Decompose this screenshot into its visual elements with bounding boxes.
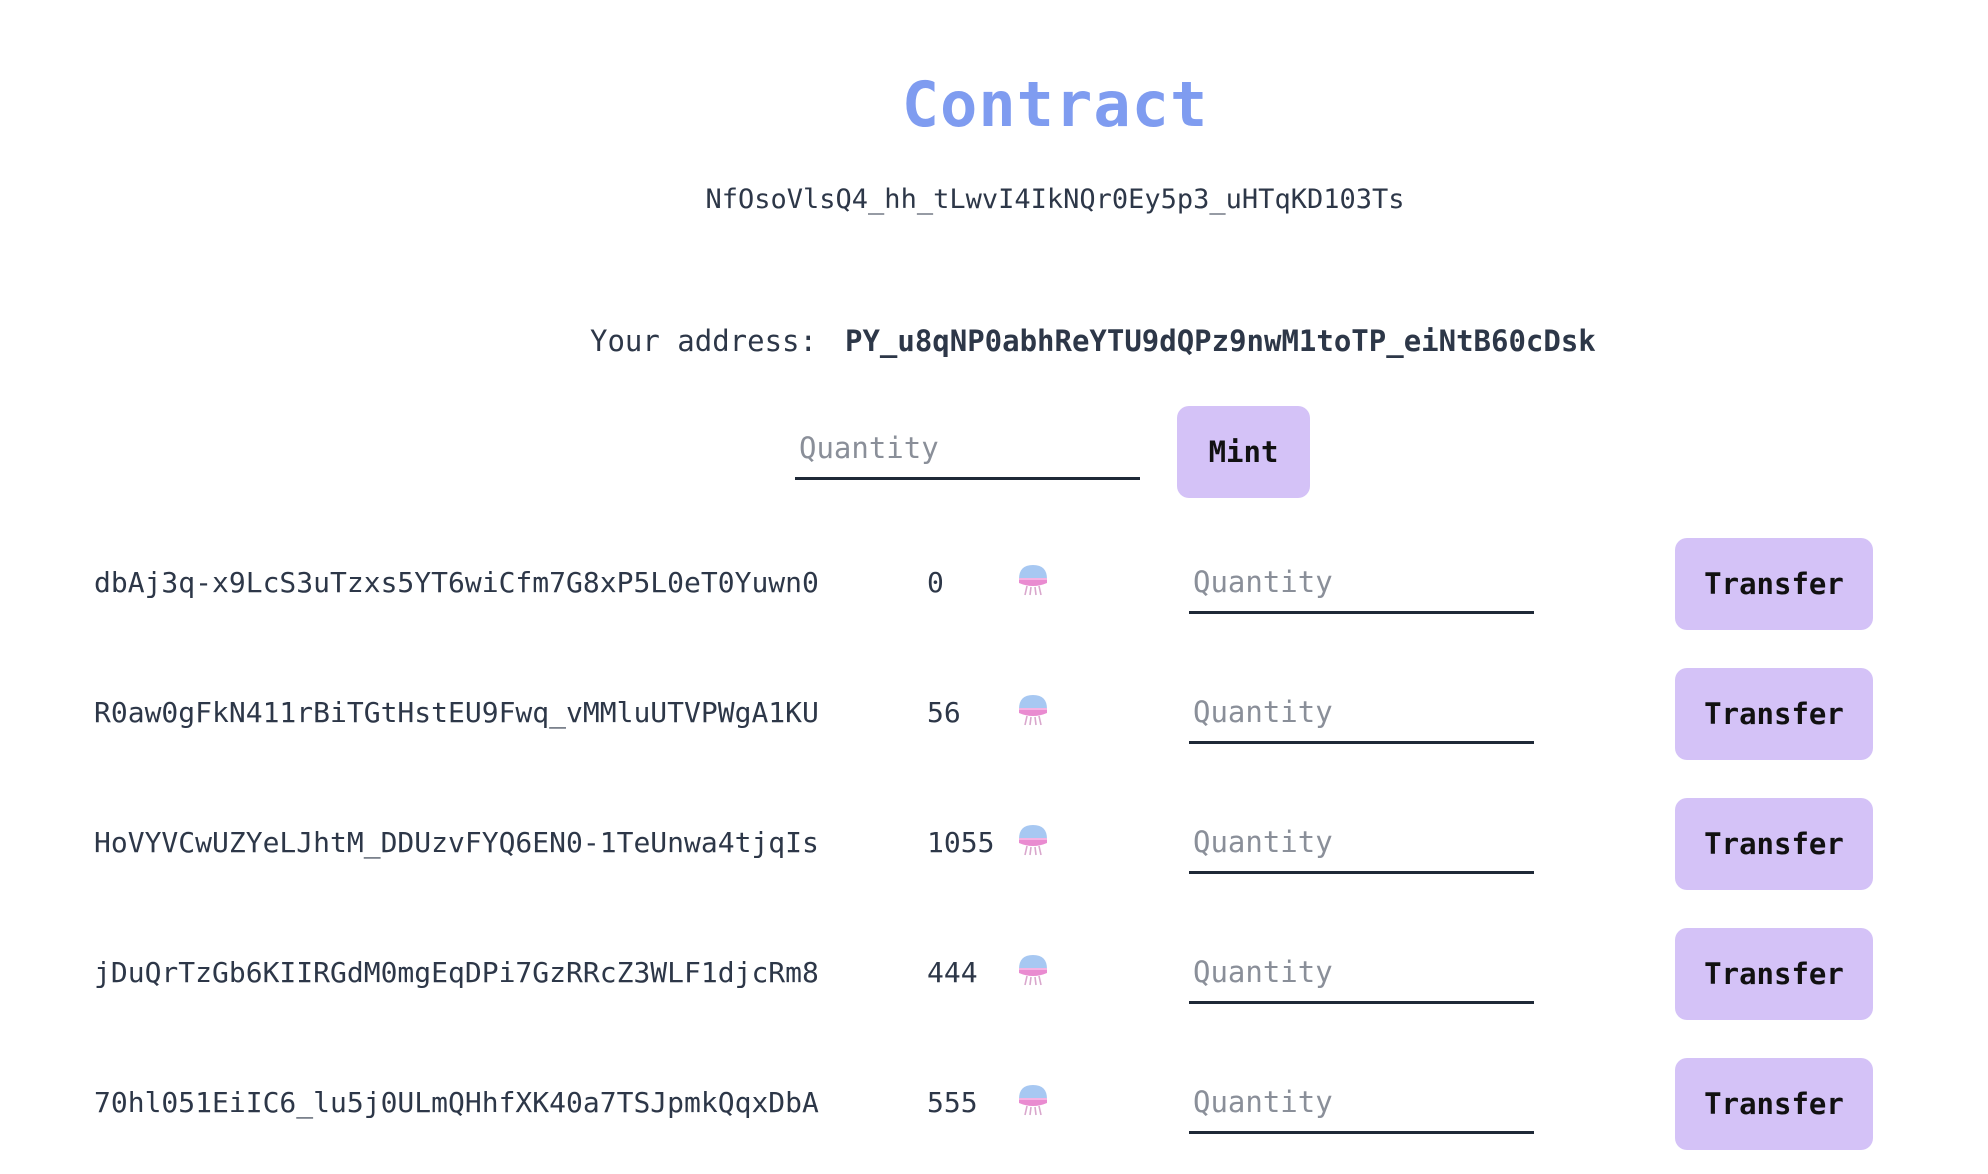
transfer-quantity-input[interactable] bbox=[1189, 552, 1534, 614]
contract-id: NfOsoVlsQ4_hh_tLwvI4IkNQr0Ey5p3_uHTqKD10… bbox=[705, 184, 1405, 215]
holder-address: jDuQrTzGb6KIIRGdM0mgEqDPi7GzRRcZ3WLF1djc… bbox=[94, 956, 819, 989]
your-address-label: Your address: bbox=[590, 324, 817, 358]
mint-button[interactable]: Mint bbox=[1177, 406, 1310, 498]
transfer-button[interactable]: Transfer bbox=[1675, 668, 1873, 760]
contract-page: Contract NfOsoVlsQ4_hh_tLwvI4IkNQr0Ey5p3… bbox=[0, 0, 1988, 1174]
jellyfish-icon bbox=[1016, 822, 1050, 858]
holder-address: 70hl051EiIC6_lu5j0ULmQHhfXK40a7TSJpmkQqx… bbox=[94, 1086, 819, 1119]
holder-address: HoVYVCwUZYeLJhtM_DDUzvFYQ6EN0-1TeUnwa4tj… bbox=[94, 826, 819, 859]
holder-row: R0aw0gFkN411rBiTGtHstEU9Fwq_vMMluUTVPWgA… bbox=[0, 668, 1988, 768]
jellyfish-icon bbox=[1016, 562, 1050, 598]
holder-address: dbAj3q-x9LcS3uTzxs5YT6wiCfm7G8xP5L0eT0Yu… bbox=[94, 566, 819, 599]
transfer-button[interactable]: Transfer bbox=[1675, 538, 1873, 630]
your-address-row: Your address: PY_u8qNP0abhReYTU9dQPz9nwM1… bbox=[590, 324, 1596, 358]
holder-address: R0aw0gFkN411rBiTGtHstEU9Fwq_vMMluUTVPWgA… bbox=[94, 696, 819, 729]
transfer-quantity-input[interactable] bbox=[1189, 942, 1534, 1004]
jellyfish-icon bbox=[1016, 1082, 1050, 1118]
holder-balance: 56 bbox=[927, 696, 961, 729]
holder-row: jDuQrTzGb6KIIRGdM0mgEqDPi7GzRRcZ3WLF1djc… bbox=[0, 928, 1988, 1028]
transfer-button[interactable]: Transfer bbox=[1675, 798, 1873, 890]
jellyfish-icon bbox=[1016, 952, 1050, 988]
holder-balance: 0 bbox=[927, 566, 944, 599]
holder-balance: 555 bbox=[927, 1086, 978, 1119]
holder-balance: 1055 bbox=[927, 826, 995, 859]
holder-row: HoVYVCwUZYeLJhtM_DDUzvFYQ6EN0-1TeUnwa4tj… bbox=[0, 798, 1988, 898]
page-title: Contract bbox=[901, 68, 1209, 141]
your-address-value: PY_u8qNP0abhReYTU9dQPz9nwM1toTP_eiNtB60c… bbox=[844, 324, 1596, 358]
transfer-quantity-input[interactable] bbox=[1189, 1072, 1534, 1134]
jellyfish-icon bbox=[1016, 692, 1050, 728]
holder-balance: 444 bbox=[927, 956, 978, 989]
transfer-quantity-input[interactable] bbox=[1189, 682, 1534, 744]
transfer-quantity-input[interactable] bbox=[1189, 812, 1534, 874]
transfer-button[interactable]: Transfer bbox=[1675, 928, 1873, 1020]
holder-row: dbAj3q-x9LcS3uTzxs5YT6wiCfm7G8xP5L0eT0Yu… bbox=[0, 538, 1988, 638]
holder-row: 70hl051EiIC6_lu5j0ULmQHhfXK40a7TSJpmkQqx… bbox=[0, 1058, 1988, 1158]
transfer-button[interactable]: Transfer bbox=[1675, 1058, 1873, 1150]
mint-quantity-input[interactable] bbox=[795, 418, 1140, 480]
